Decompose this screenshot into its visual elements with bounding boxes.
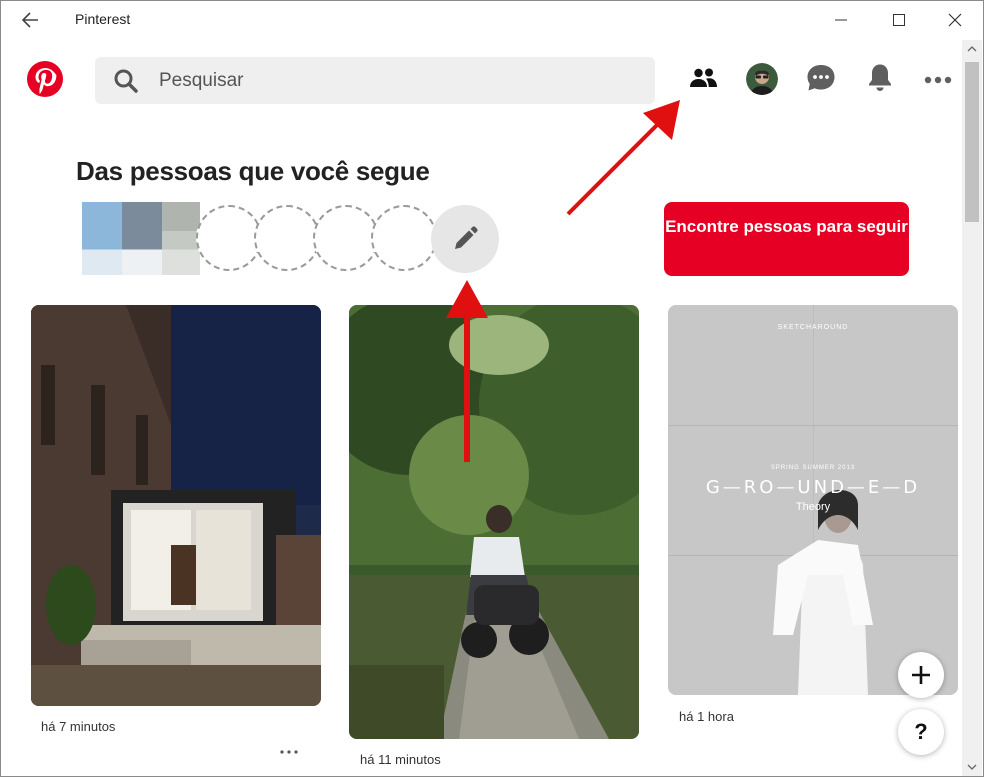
minimize-icon <box>835 19 847 21</box>
close-button[interactable] <box>932 4 978 36</box>
pin-overlay-text-sub: Theory <box>795 501 831 513</box>
title-bar: Pinterest <box>0 0 984 40</box>
more-icon[interactable] <box>920 60 956 96</box>
pin-card[interactable] <box>349 305 639 739</box>
back-arrow-icon <box>21 12 38 28</box>
following-avatars <box>82 202 502 277</box>
section-title: Das pessoas que você segue <box>76 156 430 186</box>
pin-timestamp: há 11 minutos <box>360 752 441 767</box>
empty-avatar-slot <box>254 205 320 271</box>
search-icon <box>113 68 139 94</box>
search-bar[interactable]: Pesquisar <box>95 57 655 104</box>
minimize-button[interactable] <box>818 4 864 36</box>
followed-user-avatar[interactable] <box>162 202 200 275</box>
plus-icon <box>912 666 930 684</box>
people-icon[interactable] <box>686 60 722 96</box>
scroll-up-icon <box>967 46 977 52</box>
pencil-icon <box>455 226 478 249</box>
bell-icon[interactable] <box>862 60 898 96</box>
empty-avatar-slot <box>313 205 379 271</box>
chat-icon[interactable] <box>803 60 839 96</box>
empty-avatar-slot <box>196 205 262 271</box>
close-icon <box>948 13 962 27</box>
followed-user-avatar[interactable] <box>122 202 162 275</box>
pin-overlay-text-brand: G—RO—UND—E—D <box>705 477 921 498</box>
maximize-button[interactable] <box>876 4 922 36</box>
pin-overlay-text-season: SPRING SUMMER 2013 <box>770 465 856 471</box>
help-button[interactable]: ? <box>898 709 944 755</box>
pin-overlay-text-top: SKETCHAROUND <box>777 324 849 331</box>
avatar[interactable] <box>746 63 778 95</box>
scroll-up-button[interactable] <box>962 40 982 58</box>
pin-image-house <box>31 305 321 706</box>
scroll-down-button[interactable] <box>962 758 982 776</box>
find-people-button[interactable]: Encontre pessoas para seguir <box>664 202 909 276</box>
pin-image-motorcycle <box>349 305 639 739</box>
pin-card[interactable]: SKETCHAROUND SPRING SUMMER 2013 G—RO—UND… <box>668 305 958 695</box>
scroll-thumb[interactable] <box>965 62 979 222</box>
back-button[interactable] <box>18 8 46 32</box>
search-input[interactable]: Pesquisar <box>159 70 244 92</box>
pin-timestamp: há 1 hora <box>679 709 734 724</box>
pin-card[interactable] <box>31 305 321 706</box>
edit-following-button[interactable] <box>431 205 499 273</box>
scroll-down-icon <box>967 764 977 770</box>
pin-timestamp: há 7 minutos <box>41 719 116 734</box>
pin-image-fashion <box>668 305 958 695</box>
pin-more-icon[interactable] <box>278 744 300 754</box>
empty-avatar-slot <box>371 205 437 271</box>
pinterest-logo-icon[interactable] <box>26 60 64 98</box>
window-title: Pinterest <box>75 11 131 27</box>
create-pin-button[interactable] <box>898 652 944 698</box>
followed-user-avatar[interactable] <box>82 202 122 275</box>
maximize-icon <box>893 14 905 26</box>
vertical-scrollbar[interactable] <box>962 40 982 776</box>
